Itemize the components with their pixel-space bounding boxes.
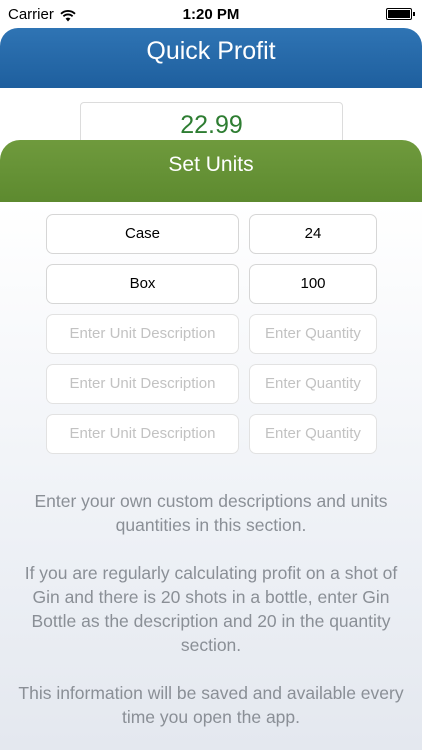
info-paragraph-1: Enter your own custom descriptions and u… [34,491,388,535]
unit-quantity-field[interactable]: Enter Quantity [249,314,377,354]
unit-quantity-field[interactable]: 100 [249,264,377,304]
set-units-title: Set Units [168,153,254,176]
unit-description-field[interactable]: Box [46,264,239,304]
unit-description-field[interactable]: Enter Unit Description [46,364,239,404]
status-time: 1:20 PM [182,6,240,23]
set-units-header: Set Units [0,140,422,202]
app-header: Quick Profit [0,28,422,88]
battery-icon [386,8,415,20]
info-paragraph-3: This information will be saved and avail… [18,683,404,727]
unit-quantity-field[interactable]: Enter Quantity [249,364,377,404]
unit-quantity-field[interactable]: Enter Quantity [249,414,377,454]
unit-description-field[interactable]: Case [46,214,239,254]
unit-description-field[interactable]: Enter Unit Description [46,414,239,454]
unit-quantity-field[interactable]: 24 [249,214,377,254]
unit-description-field[interactable]: Enter Unit Description [46,314,239,354]
app-title: Quick Profit [146,37,276,65]
info-paragraph-2: If you are regularly calculating profit … [24,563,398,655]
status-bar: Carrier 1:20 PM [0,0,422,30]
